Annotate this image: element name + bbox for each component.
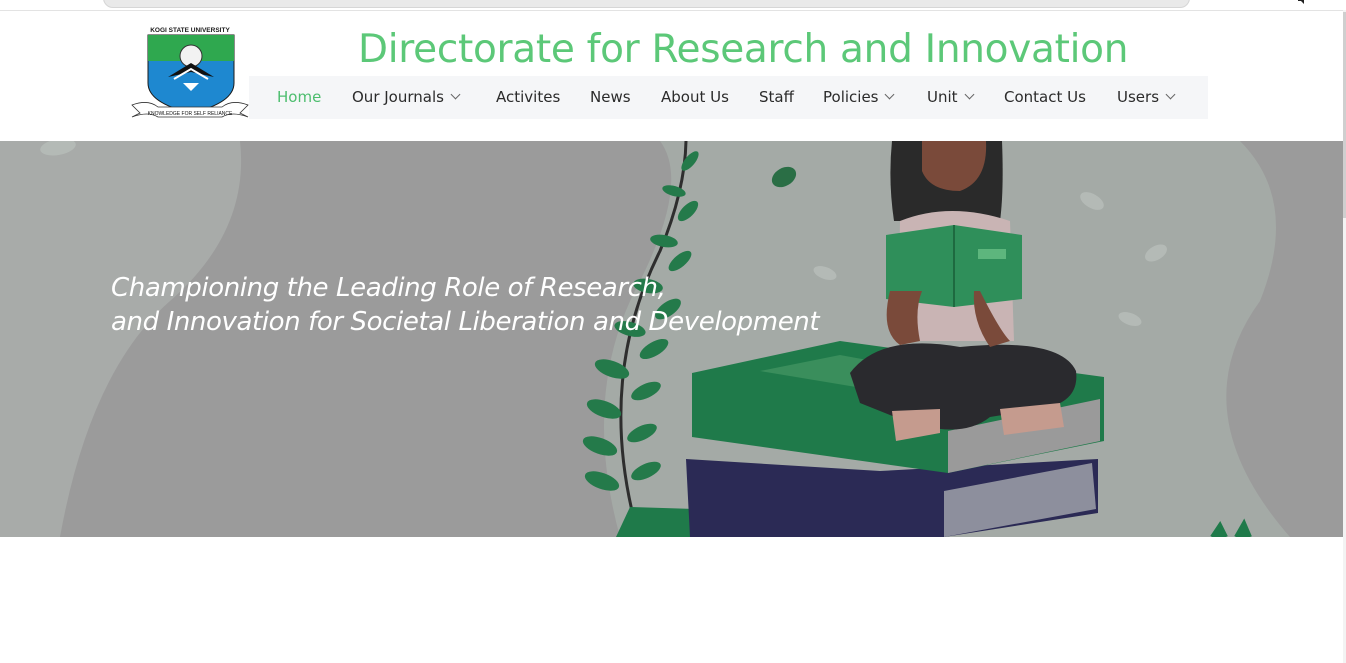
nav-item-staff[interactable]: Staff xyxy=(759,76,794,119)
nav-item-label: Users xyxy=(1117,88,1160,106)
browser-top-strip xyxy=(0,0,1346,11)
nav-item-label: Staff xyxy=(759,88,794,106)
nav-item-our-journals[interactable]: Our Journals xyxy=(352,76,461,119)
nav-item-about-us[interactable]: About Us xyxy=(661,76,729,119)
nav-item-label: Policies xyxy=(823,88,879,106)
address-bar[interactable] xyxy=(103,0,1190,8)
nav-item-contact-us[interactable]: Contact Us xyxy=(1004,76,1086,119)
nav-item-unit[interactable]: Unit xyxy=(927,76,974,119)
speaker-icon[interactable] xyxy=(1296,0,1310,6)
hero-banner: Championing the Leading Role of Research… xyxy=(0,141,1343,537)
nav-item-policies[interactable]: Policies xyxy=(823,76,895,119)
nav-item-label: Our Journals xyxy=(352,88,444,106)
chevron-down-icon xyxy=(964,89,974,100)
nav-item-home[interactable]: Home xyxy=(277,76,321,119)
person-book-label xyxy=(978,249,1006,259)
hero-tagline-line1: Championing the Leading Role of Research… xyxy=(111,273,666,303)
logo-top-text: KOGI STATE UNIVERSITY xyxy=(150,27,230,34)
nav-item-label: Contact Us xyxy=(1004,88,1086,106)
nav-item-label: Activites xyxy=(496,88,561,106)
nav-item-label: Home xyxy=(277,88,322,106)
nav-item-label: News xyxy=(590,88,631,106)
nav-item-users[interactable]: Users xyxy=(1117,76,1176,119)
chevron-down-icon xyxy=(450,89,461,100)
bg-blob-left xyxy=(0,141,242,537)
site-title: Directorate for Research and Innovation xyxy=(358,27,1129,72)
nav-item-label: Unit xyxy=(927,88,958,106)
logo-motto: KNOWLEDGE FOR SELF RELIANCE xyxy=(148,111,233,117)
university-logo[interactable]: KOGI STATE UNIVERSITY KNOWLEDGE FOR SELF… xyxy=(128,25,250,121)
nav-item-news[interactable]: News xyxy=(590,76,631,119)
chevron-down-icon xyxy=(1165,89,1176,100)
hero-tagline: Championing the Leading Role of Research… xyxy=(111,271,820,339)
chevron-down-icon xyxy=(885,89,895,100)
nav-item-label: About Us xyxy=(661,88,729,106)
hero-illustration xyxy=(0,141,1290,537)
hero-tagline-line2: and Innovation for Societal Liberation a… xyxy=(111,307,820,337)
nav-item-activites[interactable]: Activites xyxy=(496,76,560,119)
main-nav: Home Our Journals Activites News About U… xyxy=(249,76,1208,119)
